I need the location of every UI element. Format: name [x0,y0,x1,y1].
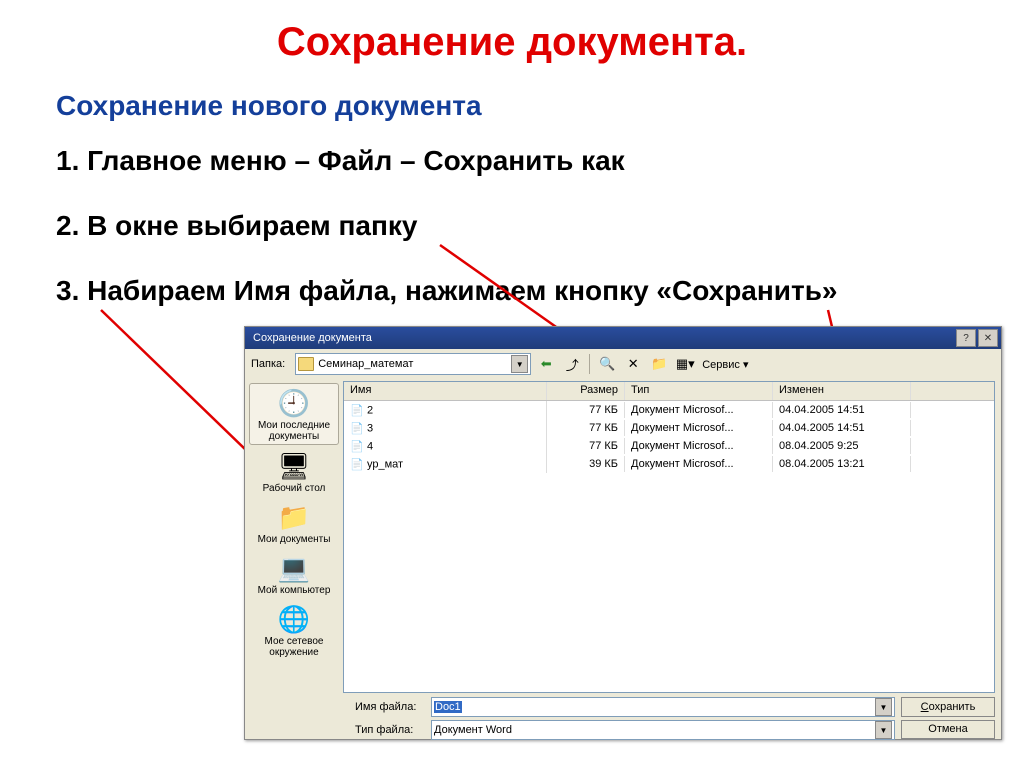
search-icon[interactable]: 🔍 [596,353,618,375]
folder-value: Семинар_математ [318,358,413,370]
computer-icon: 💻 [277,551,311,585]
save-button[interactable]: Сохранить [901,697,995,717]
chevron-down-icon[interactable]: ▼ [875,698,892,716]
save-dialog: Сохранение документа ? ✕ Папка: Семинар_… [244,326,1002,740]
file-row[interactable]: 📄4 77 КБ Документ Microsof... 08.04.2005… [344,437,994,455]
dialog-toolbar: Папка: Семинар_математ ▼ ⬅ ⤴ 🔍 ✕ 📁 ▦▾ Се… [245,349,1001,379]
filename-label: Имя файла: [355,701,425,713]
file-list[interactable]: Имя Размер Тип Изменен 📄2 77 КБ Документ… [343,381,995,693]
folder-label: Папка: [251,358,285,370]
place-network[interactable]: 🌐Мое сетевое окружение [250,600,338,660]
word-doc-icon: 📄 [350,421,364,435]
new-folder-icon[interactable]: 📁 [648,353,670,375]
filetype-value: Документ Word [434,724,512,736]
tools-menu[interactable]: Сервис ▾ [702,358,748,371]
file-row[interactable]: 📄2 77 КБ Документ Microsof... 04.04.2005… [344,401,994,419]
place-desktop[interactable]: 🖥Рабочий стол [250,447,338,496]
slide-subtitle: Сохранение нового документа [56,90,482,122]
col-type[interactable]: Тип [625,382,773,400]
dialog-titlebar[interactable]: Сохранение документа ? ✕ [245,327,1001,349]
file-row[interactable]: 📄ур_мат 39 КБ Документ Microsof... 08.04… [344,455,994,473]
chevron-down-icon[interactable]: ▼ [875,721,892,739]
chevron-down-icon: ▼ [511,355,528,373]
col-name[interactable]: Имя [344,382,547,400]
place-mycomputer[interactable]: 💻Мой компьютер [250,549,338,598]
cancel-button[interactable]: Отмена [901,720,995,740]
word-doc-icon: 📄 [350,439,364,453]
filename-input[interactable]: Doc1 ▼ [431,697,895,717]
views-icon[interactable]: ▦▾ [674,353,696,375]
place-mydocs[interactable]: 📁Мои документы [250,498,338,547]
slide-title: Сохранение документа. [0,20,1024,65]
file-list-header[interactable]: Имя Размер Тип Изменен [344,382,994,401]
network-icon: 🌐 [277,602,311,636]
up-icon[interactable]: ⤴ [561,353,583,375]
folder-icon [298,357,314,371]
dialog-title: Сохранение документа [253,332,372,344]
col-date[interactable]: Изменен [773,382,911,400]
delete-icon[interactable]: ✕ [622,353,644,375]
col-size[interactable]: Размер [547,382,625,400]
file-row[interactable]: 📄3 77 КБ Документ Microsof... 04.04.2005… [344,419,994,437]
places-bar: 🕘Мои последние документы 🖥Рабочий стол 📁… [245,379,343,695]
mydocs-icon: 📁 [277,500,311,534]
filetype-label: Тип файла: [355,724,425,736]
step-1: 1. Главное меню – Файл – Сохранить как [56,145,625,177]
word-doc-icon: 📄 [350,403,364,417]
recent-icon: 🕘 [277,386,311,420]
close-button[interactable]: ✕ [978,329,998,347]
back-icon[interactable]: ⬅ [535,353,557,375]
step-2: 2. В окне выбираем папку [56,210,418,242]
folder-dropdown[interactable]: Семинар_математ ▼ [295,353,531,375]
step-3: 3. Набираем Имя файла, нажимаем кнопку «… [56,275,838,307]
filename-value: Doc1 [434,701,462,713]
desktop-icon: 🖥 [277,449,311,483]
word-doc-icon: 📄 [350,457,364,471]
help-button[interactable]: ? [956,329,976,347]
place-recent[interactable]: 🕘Мои последние документы [249,383,339,445]
filetype-dropdown[interactable]: Документ Word ▼ [431,720,895,740]
